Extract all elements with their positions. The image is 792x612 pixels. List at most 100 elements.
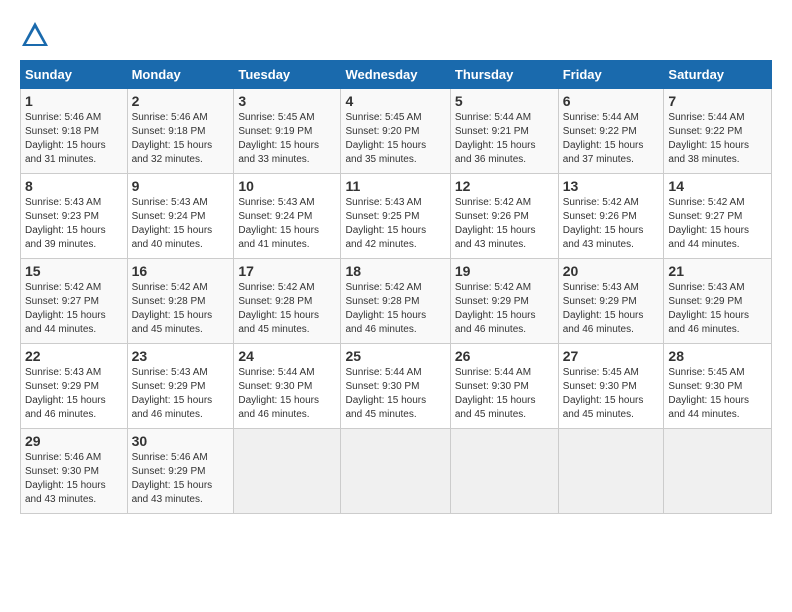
day-info: Sunrise: 5:43 AM Sunset: 9:24 PM Dayligh… xyxy=(132,196,230,252)
day-info: Sunrise: 5:42 AM Sunset: 9:27 PM Dayligh… xyxy=(668,196,767,252)
day-number: 7 xyxy=(668,93,767,109)
calendar-cell: 13Sunrise: 5:42 AM Sunset: 9:26 PM Dayli… xyxy=(558,174,664,259)
day-info: Sunrise: 5:44 AM Sunset: 9:21 PM Dayligh… xyxy=(455,111,554,167)
calendar-cell: 19 Sunrise: 5:42 AM Sunset: 9:29 PM Dayli… xyxy=(450,259,558,344)
calendar-cell: 1 Sunrise: 5:46 AM Sunset: 9:18 PM Daylig… xyxy=(21,89,128,174)
day-number: 26 xyxy=(455,348,554,364)
calendar-cell: 7 Sunrise: 5:44 AM Sunset: 9:22 PM Daylig… xyxy=(664,89,772,174)
calendar-cell: 3 Sunrise: 5:45 AM Sunset: 9:19 PM Daylig… xyxy=(234,89,341,174)
day-number: 23 xyxy=(132,348,230,364)
day-info: Sunrise: 5:43 AM Sunset: 9:29 PM Dayligh… xyxy=(25,366,123,422)
calendar-cell: 18 Sunrise: 5:42 AM Sunset: 9:28 PM Dayli… xyxy=(341,259,450,344)
day-info: Sunrise: 5:42 AM Sunset: 9:28 PM Dayligh… xyxy=(345,281,445,337)
day-number: 14 xyxy=(668,178,767,194)
calendar-header-row: SundayMondayTuesdayWednesdayThursdayFrid… xyxy=(21,61,772,89)
calendar-cell: 8Sunrise: 5:43 AM Sunset: 9:23 PM Daylig… xyxy=(21,174,128,259)
day-info: Sunrise: 5:42 AM Sunset: 9:28 PM Dayligh… xyxy=(238,281,336,337)
page-header xyxy=(20,20,772,50)
calendar-cell xyxy=(664,429,772,514)
column-header-sunday: Sunday xyxy=(21,61,128,89)
day-number: 5 xyxy=(455,93,554,109)
day-info: Sunrise: 5:42 AM Sunset: 9:29 PM Dayligh… xyxy=(455,281,554,337)
day-number: 1 xyxy=(25,93,123,109)
day-number: 4 xyxy=(345,93,445,109)
calendar-cell: 14 Sunrise: 5:42 AM Sunset: 9:27 PM Dayli… xyxy=(664,174,772,259)
day-info: Sunrise: 5:45 AM Sunset: 9:30 PM Dayligh… xyxy=(563,366,660,422)
day-number: 3 xyxy=(238,93,336,109)
column-header-thursday: Thursday xyxy=(450,61,558,89)
calendar-cell: 25 Sunrise: 5:44 AM Sunset: 9:30 PM Dayli… xyxy=(341,344,450,429)
day-info: Sunrise: 5:46 AM Sunset: 9:18 PM Dayligh… xyxy=(132,111,230,167)
day-info: Sunrise: 5:44 AM Sunset: 9:30 PM Dayligh… xyxy=(345,366,445,422)
day-number: 6 xyxy=(563,93,660,109)
day-info: Sunrise: 5:45 AM Sunset: 9:20 PM Dayligh… xyxy=(345,111,445,167)
day-info: Sunrise: 5:46 AM Sunset: 9:18 PM Dayligh… xyxy=(25,111,123,167)
column-header-tuesday: Tuesday xyxy=(234,61,341,89)
day-number: 22 xyxy=(25,348,123,364)
day-number: 25 xyxy=(345,348,445,364)
day-info: Sunrise: 5:43 AM Sunset: 9:29 PM Dayligh… xyxy=(563,281,660,337)
calendar-cell: 21Sunrise: 5:43 AM Sunset: 9:29 PM Dayli… xyxy=(664,259,772,344)
calendar-week-4: 22 Sunrise: 5:43 AM Sunset: 9:29 PM Dayli… xyxy=(21,344,772,429)
calendar-cell: 4 Sunrise: 5:45 AM Sunset: 9:20 PM Daylig… xyxy=(341,89,450,174)
calendar-cell: 28Sunrise: 5:45 AM Sunset: 9:30 PM Dayli… xyxy=(664,344,772,429)
logo xyxy=(20,20,54,50)
day-info: Sunrise: 5:44 AM Sunset: 9:30 PM Dayligh… xyxy=(455,366,554,422)
day-number: 13 xyxy=(563,178,660,194)
day-number: 19 xyxy=(455,263,554,279)
day-number: 10 xyxy=(238,178,336,194)
calendar-cell: 29Sunrise: 5:46 AM Sunset: 9:30 PM Dayli… xyxy=(21,429,128,514)
day-info: Sunrise: 5:42 AM Sunset: 9:27 PM Dayligh… xyxy=(25,281,123,337)
day-number: 27 xyxy=(563,348,660,364)
calendar-cell: 12 Sunrise: 5:42 AM Sunset: 9:26 PM Dayli… xyxy=(450,174,558,259)
calendar-cell: 10 Sunrise: 5:43 AM Sunset: 9:24 PM Dayli… xyxy=(234,174,341,259)
calendar-cell: 17 Sunrise: 5:42 AM Sunset: 9:28 PM Dayli… xyxy=(234,259,341,344)
day-number: 17 xyxy=(238,263,336,279)
calendar-cell: 2 Sunrise: 5:46 AM Sunset: 9:18 PM Daylig… xyxy=(127,89,234,174)
day-number: 16 xyxy=(132,263,230,279)
day-info: Sunrise: 5:43 AM Sunset: 9:29 PM Dayligh… xyxy=(132,366,230,422)
day-info: Sunrise: 5:45 AM Sunset: 9:19 PM Dayligh… xyxy=(238,111,336,167)
day-info: Sunrise: 5:46 AM Sunset: 9:30 PM Dayligh… xyxy=(25,451,123,507)
column-header-saturday: Saturday xyxy=(664,61,772,89)
day-info: Sunrise: 5:42 AM Sunset: 9:26 PM Dayligh… xyxy=(455,196,554,252)
logo-icon xyxy=(20,20,50,50)
calendar-week-1: 1 Sunrise: 5:46 AM Sunset: 9:18 PM Daylig… xyxy=(21,89,772,174)
calendar-cell: 23 Sunrise: 5:43 AM Sunset: 9:29 PM Dayli… xyxy=(127,344,234,429)
day-info: Sunrise: 5:42 AM Sunset: 9:28 PM Dayligh… xyxy=(132,281,230,337)
calendar-cell xyxy=(558,429,664,514)
day-number: 2 xyxy=(132,93,230,109)
calendar-cell: 15 Sunrise: 5:42 AM Sunset: 9:27 PM Dayli… xyxy=(21,259,128,344)
calendar-cell: 22 Sunrise: 5:43 AM Sunset: 9:29 PM Dayli… xyxy=(21,344,128,429)
calendar-cell: 27 Sunrise: 5:45 AM Sunset: 9:30 PM Dayli… xyxy=(558,344,664,429)
day-number: 11 xyxy=(345,178,445,194)
day-number: 8 xyxy=(25,178,123,194)
day-number: 28 xyxy=(668,348,767,364)
calendar-cell xyxy=(234,429,341,514)
day-info: Sunrise: 5:44 AM Sunset: 9:22 PM Dayligh… xyxy=(563,111,660,167)
day-number: 24 xyxy=(238,348,336,364)
calendar-week-2: 8Sunrise: 5:43 AM Sunset: 9:23 PM Daylig… xyxy=(21,174,772,259)
day-number: 12 xyxy=(455,178,554,194)
day-number: 30 xyxy=(132,433,230,449)
day-number: 15 xyxy=(25,263,123,279)
calendar-table: SundayMondayTuesdayWednesdayThursdayFrid… xyxy=(20,60,772,514)
calendar-cell: 5 Sunrise: 5:44 AM Sunset: 9:21 PM Daylig… xyxy=(450,89,558,174)
calendar-cell: 24Sunrise: 5:44 AM Sunset: 9:30 PM Dayli… xyxy=(234,344,341,429)
calendar-cell xyxy=(341,429,450,514)
day-number: 20 xyxy=(563,263,660,279)
calendar-cell: 26 Sunrise: 5:44 AM Sunset: 9:30 PM Dayli… xyxy=(450,344,558,429)
day-number: 21 xyxy=(668,263,767,279)
column-header-monday: Monday xyxy=(127,61,234,89)
calendar-week-5: 29Sunrise: 5:46 AM Sunset: 9:30 PM Dayli… xyxy=(21,429,772,514)
calendar-cell xyxy=(450,429,558,514)
column-header-wednesday: Wednesday xyxy=(341,61,450,89)
day-info: Sunrise: 5:46 AM Sunset: 9:29 PM Dayligh… xyxy=(132,451,230,507)
calendar-cell: 30 Sunrise: 5:46 AM Sunset: 9:29 PM Dayli… xyxy=(127,429,234,514)
day-info: Sunrise: 5:43 AM Sunset: 9:25 PM Dayligh… xyxy=(345,196,445,252)
calendar-cell: 9Sunrise: 5:43 AM Sunset: 9:24 PM Daylig… xyxy=(127,174,234,259)
day-number: 18 xyxy=(345,263,445,279)
day-info: Sunrise: 5:44 AM Sunset: 9:22 PM Dayligh… xyxy=(668,111,767,167)
calendar-cell: 6 Sunrise: 5:44 AM Sunset: 9:22 PM Daylig… xyxy=(558,89,664,174)
day-info: Sunrise: 5:43 AM Sunset: 9:24 PM Dayligh… xyxy=(238,196,336,252)
